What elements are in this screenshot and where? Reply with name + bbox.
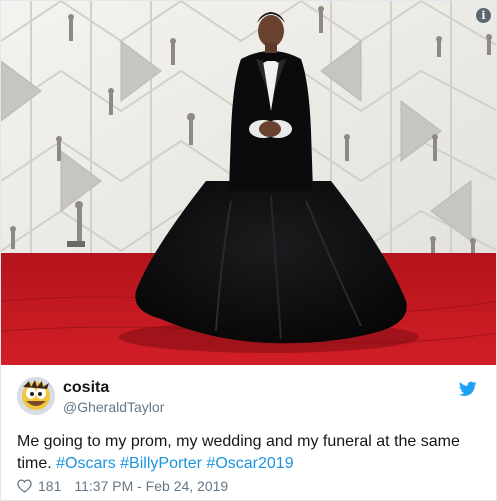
hashtag-billyporter[interactable]: #BillyPorter (120, 455, 202, 472)
user-handle[interactable]: @GheraldTaylor (63, 399, 164, 415)
avatar-image (17, 377, 55, 415)
avatar[interactable] (17, 377, 55, 415)
tweet-card[interactable]: i cosita @GheraldTaylor Me going to my p… (0, 0, 497, 501)
red-carpet-photo (1, 1, 496, 365)
tweet-footer: 181 11:37 PM - Feb 24, 2019 (17, 476, 228, 496)
heart-icon[interactable] (17, 479, 32, 493)
info-icon[interactable]: i (476, 8, 491, 23)
tweet-photo[interactable]: i (1, 1, 496, 365)
timestamp[interactable]: 11:37 PM - Feb 24, 2019 (74, 478, 228, 494)
twitter-bird-icon[interactable] (459, 381, 477, 397)
like-count[interactable]: 181 (38, 478, 61, 494)
hashtag-oscars[interactable]: #Oscars (56, 455, 116, 472)
tweet-header: cosita @GheraldTaylor (17, 377, 483, 417)
tweet-text: Me going to my prom, my wedding and my f… (17, 431, 487, 475)
display-name[interactable]: cosita (63, 379, 109, 397)
hashtag-oscar2019[interactable]: #Oscar2019 (206, 455, 293, 472)
